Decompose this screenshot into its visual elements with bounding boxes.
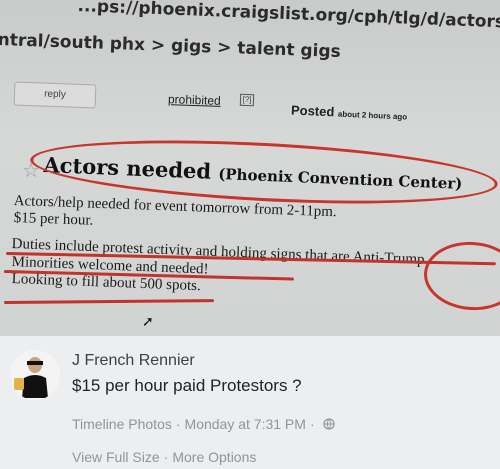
posted-info: Posted about 2 hours ago xyxy=(291,102,408,122)
craigslist-photo: ...ps://phoenix.craigslist.org/cph/tlg/d… xyxy=(0,0,500,336)
more-options-link[interactable]: More Options xyxy=(172,449,256,465)
anti-trump-circle-annotation xyxy=(421,238,500,314)
posted-ago: about 2 hours ago xyxy=(337,109,408,122)
facebook-post: J French Rennier $15 per hour paid Prote… xyxy=(0,336,500,469)
avatar[interactable] xyxy=(10,350,60,400)
globe-icon xyxy=(319,416,335,432)
listing-url: ...ps://phoenix.craigslist.org/cph/tlg/d… xyxy=(77,0,500,37)
listing-line: $15 per hour. xyxy=(13,210,94,229)
post-meta: Timeline Photos · Monday at 7:31 PM · xyxy=(72,416,335,432)
post-text: $15 per hour paid Protestors ? xyxy=(72,376,302,395)
view-full-size-link[interactable]: View Full Size xyxy=(72,449,160,465)
reply-button: reply xyxy=(13,81,97,109)
post-time[interactable]: Monday at 7:31 PM xyxy=(185,416,306,432)
post-source-link[interactable]: Timeline Photos xyxy=(72,416,172,432)
underline-annotation xyxy=(3,299,215,304)
post-actions: View Full Size · More Options xyxy=(72,449,257,465)
prohibited-link: prohibited xyxy=(167,92,221,108)
post-author[interactable]: J French Rennier xyxy=(72,352,195,370)
breadcrumb: ntral/south phx > gigs > talent gigs xyxy=(0,30,342,62)
help-icon: [?] xyxy=(239,93,255,107)
mouse-cursor-icon: ➚ xyxy=(142,313,154,329)
posted-label: Posted xyxy=(290,102,335,120)
